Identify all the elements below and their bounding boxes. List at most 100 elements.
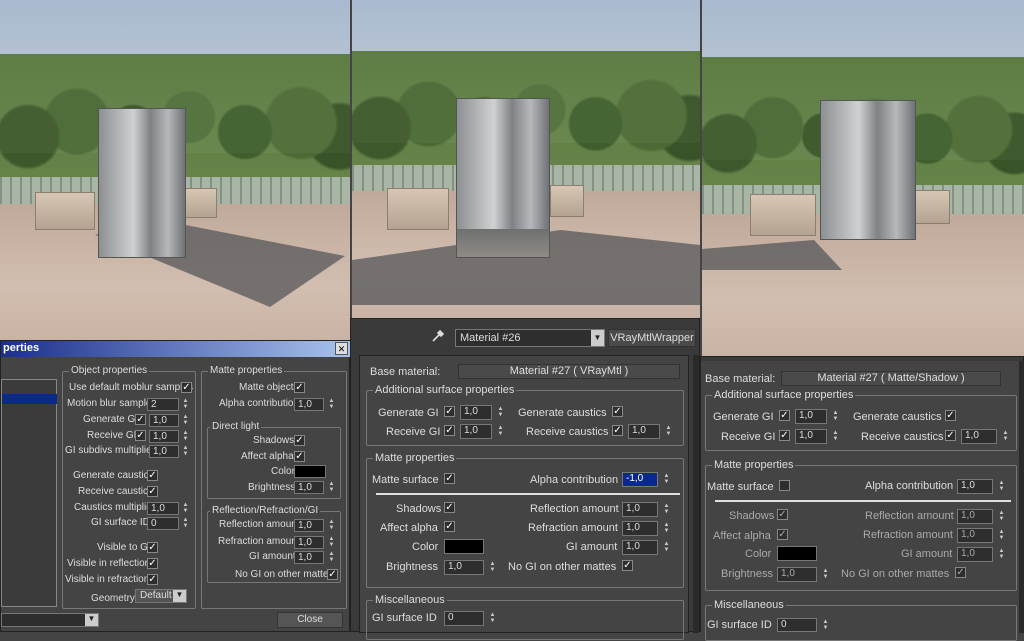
gi-amount-input[interactable]: 1,0 (294, 551, 324, 564)
object-filter-dropdown[interactable]: ▼ (1, 613, 99, 627)
no-gi-other-mattes-checkbox[interactable]: ✓ (955, 567, 966, 578)
spinner-arrows-icon[interactable]: ▲ ▼ (181, 430, 190, 443)
spinner-arrows-icon[interactable]: ▲ ▼ (496, 425, 505, 438)
spinner-arrows-icon[interactable]: ▲ ▼ (327, 551, 336, 564)
spinner-arrows-icon[interactable]: ▲ ▼ (664, 425, 673, 438)
visible-in-refractions-checkbox[interactable]: ✓ (147, 574, 158, 585)
refraction-amount-input[interactable]: 1,0 (294, 536, 324, 549)
spinner-arrows-icon[interactable]: ▲ ▼ (997, 480, 1006, 493)
caustics-multiplier-input[interactable]: 1,0 (147, 502, 179, 515)
spinner-arrows-icon[interactable]: ▲ ▼ (662, 473, 671, 486)
affect-alpha-checkbox[interactable]: ✓ (777, 529, 788, 540)
shadows-checkbox[interactable]: ✓ (777, 509, 788, 520)
generate-gi-checkbox[interactable]: ✓ (444, 406, 455, 417)
brightness-input[interactable]: 1,0 (294, 481, 324, 494)
gi-surface-id-input[interactable]: 0 (444, 611, 484, 626)
receive-gi-input[interactable]: 1,0 (795, 429, 827, 444)
geometry-dropdown[interactable]: Default ▼ (135, 589, 187, 603)
brightness-input[interactable]: 1,0 (444, 560, 484, 575)
no-gi-other-mattes-checkbox[interactable]: ✓ (622, 560, 633, 571)
receive-gi-input[interactable]: 1,0 (460, 424, 492, 439)
close-icon[interactable]: ✕ (335, 342, 348, 355)
gi-surface-id-input[interactable]: 0 (777, 618, 817, 632)
matte-object-checkbox[interactable]: ✓ (294, 382, 305, 393)
refraction-amount-input[interactable]: 1,0 (622, 521, 658, 536)
visible-to-gi-checkbox[interactable]: ✓ (147, 542, 158, 553)
spinner-arrows-icon[interactable]: ▲ ▼ (831, 430, 840, 443)
spinner-arrows-icon[interactable]: ▲ ▼ (821, 568, 830, 581)
brightness-input[interactable]: 1,0 (777, 567, 817, 582)
motion-blur-samples-input[interactable]: 2 (147, 398, 179, 411)
gi-amount-input[interactable]: 1,0 (622, 540, 658, 555)
spinner-arrows-icon[interactable]: ▲ ▼ (821, 619, 830, 632)
eyedropper-icon[interactable] (431, 329, 445, 343)
refraction-amount-input[interactable]: 1,0 (957, 528, 993, 543)
receive-gi-checkbox[interactable]: ✓ (135, 430, 146, 441)
spinner-arrows-icon[interactable]: ▲ ▼ (181, 445, 190, 458)
spinner-arrows-icon[interactable]: ▲ ▼ (327, 398, 336, 411)
close-button[interactable]: Close (277, 612, 343, 628)
receive-caustics-checkbox[interactable]: ✓ (945, 430, 956, 441)
generate-gi-checkbox[interactable]: ✓ (779, 410, 790, 421)
alpha-contribution-input[interactable]: 1,0 (294, 398, 324, 411)
spinner-arrows-icon[interactable]: ▲ ▼ (496, 406, 505, 419)
shadow-color-swatch[interactable] (294, 465, 326, 478)
spinner-arrows-icon[interactable]: ▲ ▼ (997, 510, 1006, 523)
receive-caustics-input[interactable]: 1,0 (961, 429, 997, 444)
gi-subdivs-input[interactable]: 1,0 (149, 445, 179, 458)
spinner-arrows-icon[interactable]: ▲ ▼ (662, 541, 671, 554)
alpha-contribution-input[interactable]: 1,0 (957, 479, 993, 494)
affect-alpha-checkbox[interactable]: ✓ (294, 451, 305, 462)
affect-alpha-checkbox[interactable]: ✓ (444, 521, 455, 532)
generate-gi-input[interactable]: 1,0 (795, 409, 827, 424)
receive-caustics-input[interactable]: 1,0 (628, 424, 660, 439)
receive-gi-checkbox[interactable]: ✓ (444, 425, 455, 436)
shadow-color-swatch[interactable] (777, 546, 817, 561)
shadows-checkbox[interactable]: ✓ (444, 502, 455, 513)
reflection-amount-input[interactable]: 1,0 (957, 509, 993, 524)
material-name-dropdown[interactable]: Material #26 ▼ (455, 329, 605, 347)
generate-gi-checkbox[interactable]: ✓ (135, 414, 146, 425)
scrollbar[interactable] (693, 355, 699, 633)
matte-surface-checkbox[interactable]: ✓ (444, 473, 455, 484)
receive-gi-input[interactable]: 1,0 (149, 430, 179, 443)
base-material-button[interactable]: Material #27 ( Matte/Shadow ) (781, 371, 1001, 386)
shadow-color-swatch[interactable] (444, 539, 484, 554)
matte-surface-checkbox[interactable] (779, 480, 790, 491)
spinner-arrows-icon[interactable]: ▲ ▼ (831, 410, 840, 423)
spinner-arrows-icon[interactable]: ▲ ▼ (327, 536, 336, 549)
list-selected-item[interactable] (2, 394, 57, 404)
material-type-button[interactable]: VRayMtlWrapper (608, 329, 696, 347)
spinner-arrows-icon[interactable]: ▲ ▼ (997, 548, 1006, 561)
reflection-amount-input[interactable]: 1,0 (294, 519, 324, 532)
spinner-arrows-icon[interactable]: ▲ ▼ (488, 612, 497, 625)
spinner-arrows-icon[interactable]: ▲ ▼ (181, 502, 190, 515)
scrollbar[interactable] (1019, 361, 1024, 633)
base-material-button[interactable]: Material #27 ( VRayMtl ) (458, 364, 680, 379)
visible-in-reflections-checkbox[interactable]: ✓ (147, 558, 158, 569)
receive-caustics-checkbox[interactable]: ✓ (147, 486, 158, 497)
gi-amount-input[interactable]: 1,0 (957, 547, 993, 562)
object-list[interactable] (1, 379, 57, 607)
no-gi-other-mattes-checkbox[interactable]: ✓ (327, 569, 338, 580)
generate-gi-input[interactable]: 1,0 (460, 405, 492, 420)
use-default-moblur-checkbox[interactable]: ✓ (181, 382, 192, 393)
receive-caustics-checkbox[interactable]: ✓ (612, 425, 623, 436)
generate-caustics-checkbox[interactable]: ✓ (612, 406, 623, 417)
spinner-arrows-icon[interactable]: ▲ ▼ (181, 414, 190, 427)
alpha-contribution-input[interactable]: -1,0 (622, 472, 658, 487)
generate-gi-input[interactable]: 1,0 (149, 414, 179, 427)
shadows-checkbox[interactable]: ✓ (294, 435, 305, 446)
spinner-arrows-icon[interactable]: ▲ ▼ (997, 529, 1006, 542)
spinner-arrows-icon[interactable]: ▲ ▼ (662, 503, 671, 516)
reflection-amount-input[interactable]: 1,0 (622, 502, 658, 517)
spinner-arrows-icon[interactable]: ▲ ▼ (327, 481, 336, 494)
spinner-arrows-icon[interactable]: ▲ ▼ (181, 517, 190, 530)
spinner-arrows-icon[interactable]: ▲ ▼ (488, 561, 497, 574)
receive-gi-checkbox[interactable]: ✓ (779, 430, 790, 441)
spinner-arrows-icon[interactable]: ▲ ▼ (1001, 430, 1010, 443)
gi-surface-id-input[interactable]: 0 (147, 517, 179, 530)
spinner-arrows-icon[interactable]: ▲ ▼ (181, 398, 190, 411)
generate-caustics-checkbox[interactable]: ✓ (147, 470, 158, 481)
generate-caustics-checkbox[interactable]: ✓ (945, 410, 956, 421)
